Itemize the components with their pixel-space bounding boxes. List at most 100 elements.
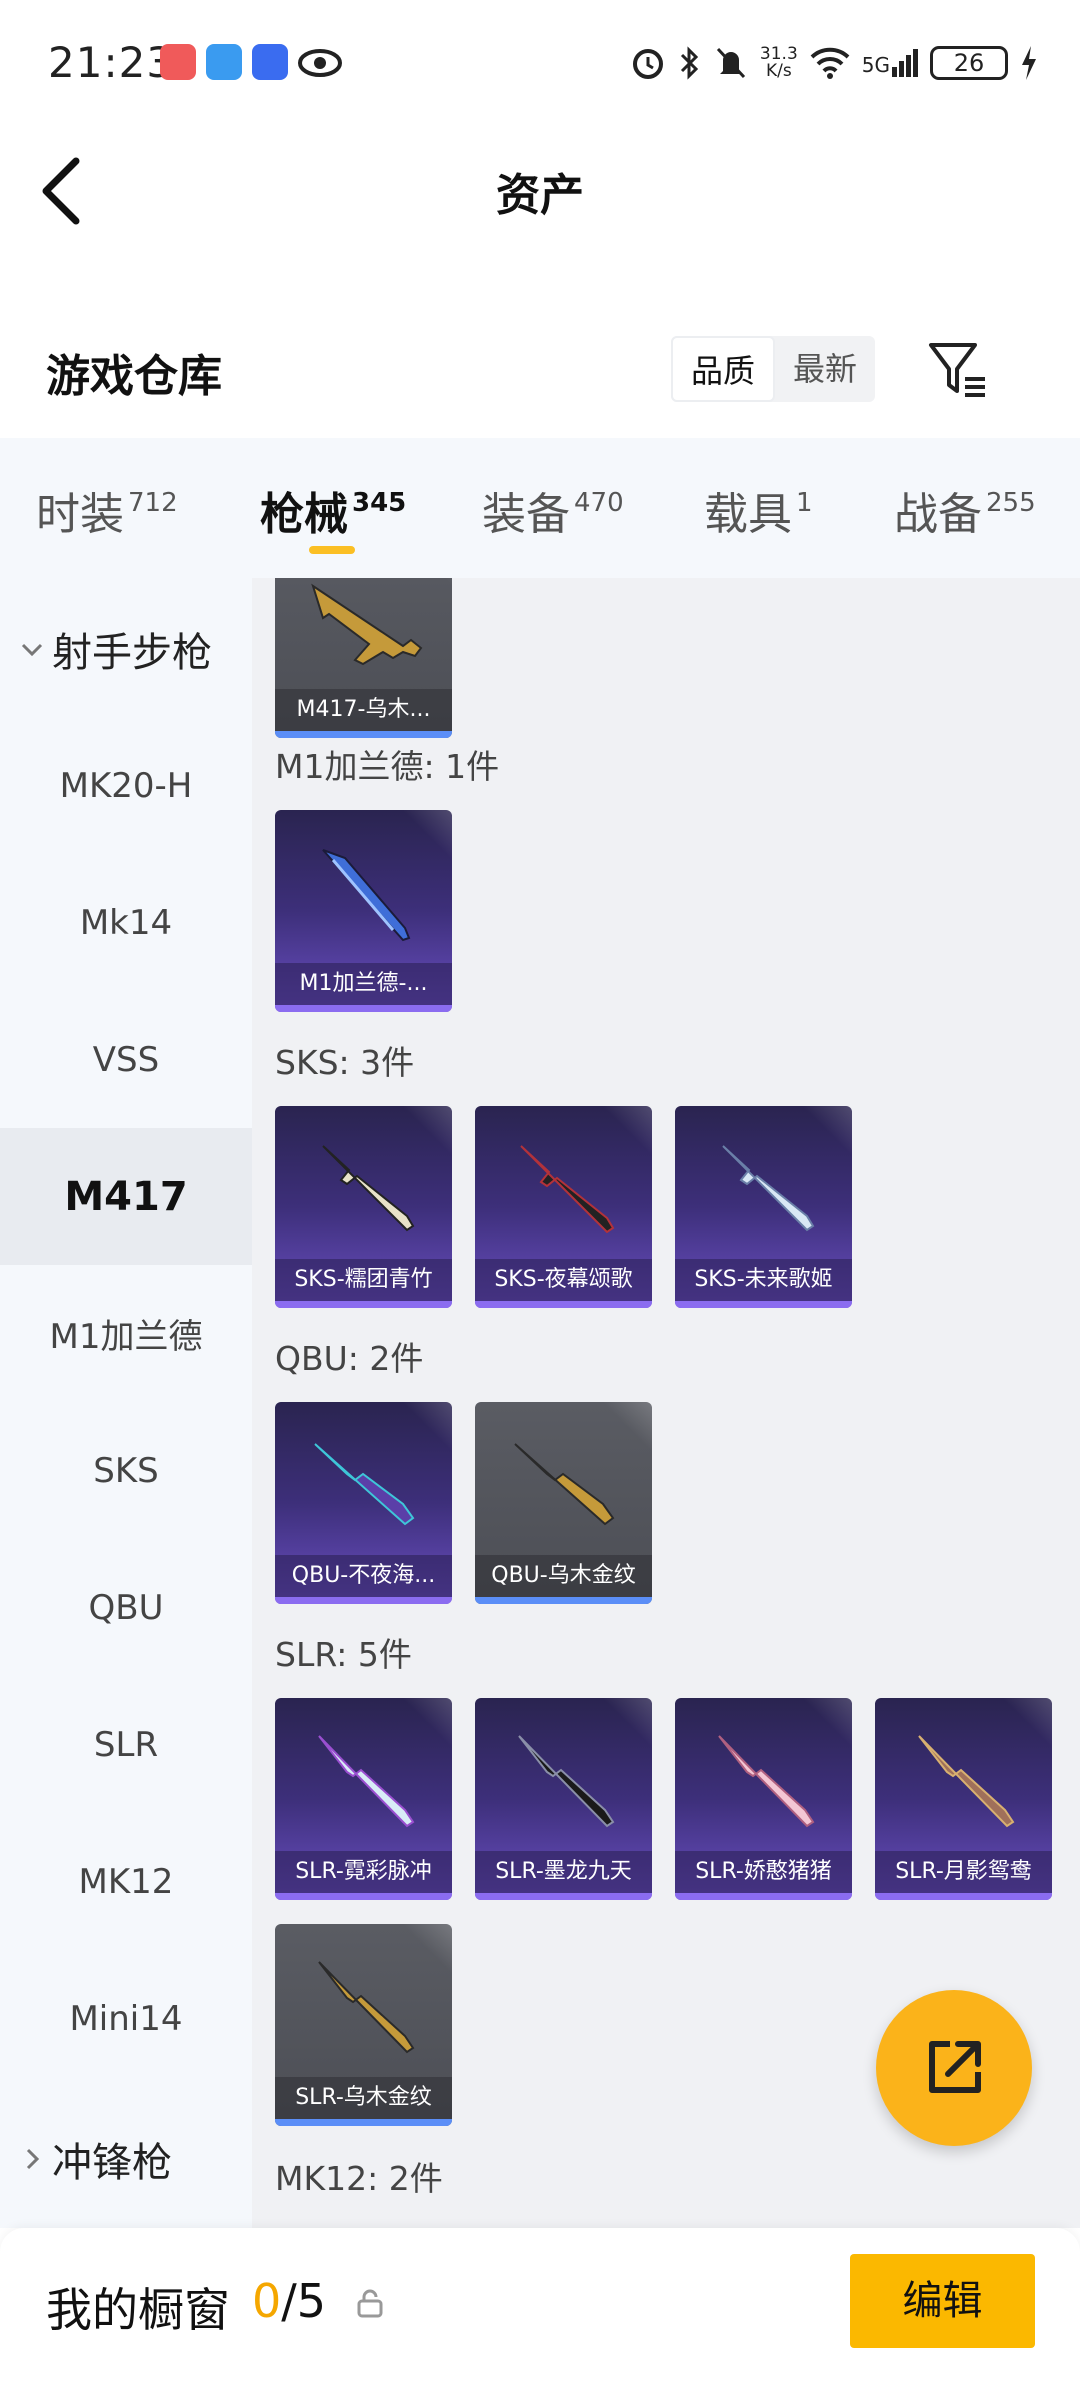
quality-bar: [275, 1893, 452, 1900]
skin-card[interactable]: SLR-霓彩脉冲: [275, 1698, 452, 1900]
app-notification-icon-red: [160, 44, 196, 80]
warehouse-title: 游戏仓库: [46, 351, 222, 402]
sidebar-item-mk14[interactable]: Mk14: [0, 854, 252, 991]
status-time: 21:23: [48, 38, 175, 87]
bluetooth-icon: [680, 46, 699, 80]
app-notification-icon-game: [252, 44, 288, 80]
tab-fashion-count: 712: [128, 488, 178, 518]
rifle-skin-image: [318, 1735, 415, 1828]
sort-toggle: 品质 最新: [671, 336, 875, 402]
network-type: 5G: [861, 53, 890, 77]
skin-name: QBU-乌木金纹: [475, 1555, 652, 1597]
active-tab-indicator: [309, 546, 355, 554]
quality-bar: [275, 1597, 452, 1604]
skin-card[interactable]: QBU-乌木金纹: [475, 1402, 652, 1604]
tab-guns-count: 345: [352, 488, 407, 518]
tab-equipment-count: 470: [574, 488, 624, 518]
top-header: 资产: [0, 125, 1080, 255]
group-label-m1-garand: M1加兰德: 1件: [275, 747, 500, 786]
sidebar-item-m417[interactable]: M417: [0, 1128, 252, 1265]
my-showcase-label: 我的橱窗: [46, 2283, 230, 2337]
sidebar-item-sks[interactable]: SKS: [0, 1402, 252, 1539]
rifle-skin-image: [518, 1735, 615, 1828]
rifle-skin-image: [314, 1443, 415, 1526]
sort-newest-button[interactable]: 最新: [775, 336, 875, 402]
tab-battle-gear-label: 战备: [894, 489, 982, 540]
share-fab-button[interactable]: [876, 1990, 1032, 2146]
skin-name: M417-乌木...: [275, 689, 452, 731]
weapon-sidebar: 射手步枪 MK20-H Mk14 VSS M417 M1加兰德 SKS QBU …: [0, 578, 252, 2228]
chevron-down-icon: [21, 643, 43, 657]
battery-indicator: 26: [930, 46, 1008, 80]
skin-card[interactable]: SKS-糯团青竹: [275, 1106, 452, 1308]
rifle-skin-image: [918, 1735, 1015, 1828]
tab-fashion[interactable]: 时装 712: [36, 478, 178, 542]
filter-icon[interactable]: [925, 335, 991, 401]
skin-name: SLR-乌木金纹: [275, 2077, 452, 2119]
sidebar-group-label: 冲锋枪: [52, 2140, 172, 2186]
page-title: 资产: [496, 170, 584, 221]
alarm-icon: [632, 49, 663, 79]
quality-bar: [475, 1597, 652, 1604]
tab-vehicles[interactable]: 载具 1: [704, 478, 813, 542]
tab-equipment-label: 装备: [482, 489, 570, 540]
group-label-mk12: MK12: 2件: [275, 2159, 443, 2198]
sort-quality-button[interactable]: 品质: [671, 336, 775, 402]
tab-equipment[interactable]: 装备 470: [482, 478, 624, 542]
rifle-skin-image: [322, 1145, 415, 1232]
sidebar-item-mk12[interactable]: MK12: [0, 1813, 252, 1950]
chevron-right-icon: [26, 2148, 40, 2170]
skin-name: QBU-不夜海...: [275, 1555, 452, 1597]
rifle-skin-image: [722, 1145, 815, 1232]
sidebar-item-vss[interactable]: VSS: [0, 991, 252, 1128]
skin-name: SLR-墨龙九天: [475, 1851, 652, 1893]
tab-guns[interactable]: 枪械 345: [260, 478, 406, 542]
rifle-skin-image: [514, 1443, 615, 1526]
skin-name: SKS-夜幕颂歌: [475, 1259, 652, 1301]
group-label-slr: SLR: 5件: [275, 1635, 412, 1674]
skin-card[interactable]: SKS-未来歌姬: [675, 1106, 852, 1308]
lock-icon: [357, 2289, 383, 2318]
tab-vehicles-count: 1: [796, 488, 813, 518]
quality-bar: [275, 1301, 452, 1308]
skin-list: M417-乌木... M1加兰德: 1件 M1加兰德-... SKS: 3件 S…: [252, 578, 1080, 2228]
group-label-qbu: QBU: 2件: [275, 1339, 424, 1378]
skin-card[interactable]: SLR-墨龙九天: [475, 1698, 652, 1900]
status-icons: 31.3 K/s 5G 26: [630, 38, 1038, 88]
skin-card[interactable]: QBU-不夜海...: [275, 1402, 452, 1604]
quality-bar: [275, 2119, 452, 2126]
skin-card[interactable]: SKS-夜幕颂歌: [475, 1106, 652, 1308]
skin-name: M1加兰德-...: [275, 963, 452, 1005]
showcase-bottom-bar: 我的橱窗 0/5 编辑: [0, 2228, 1080, 2382]
sidebar-group-smg[interactable]: 冲锋枪: [20, 2130, 172, 2188]
app-root: 21:23 31.3 K/s 5G 26 资产 游戏仓库 品质 最新 时装 71…: [0, 0, 1080, 2382]
rifle-skin-image: [318, 1961, 415, 2054]
sidebar-item-mk20h[interactable]: MK20-H: [0, 717, 252, 854]
tab-battle-gear-count: 255: [986, 488, 1036, 518]
skin-name: SKS-糯团青竹: [275, 1259, 452, 1301]
sidebar-item-mini14[interactable]: Mini14: [0, 1950, 252, 2087]
sidebar-group-label: 射手步枪: [52, 630, 212, 676]
sidebar-item-slr[interactable]: SLR: [0, 1676, 252, 1813]
skin-card[interactable]: M417-乌木...: [275, 578, 452, 738]
quality-bar: [875, 1893, 1052, 1900]
sidebar-item-m1-garand[interactable]: M1加兰德: [0, 1265, 252, 1402]
skin-name: SKS-未来歌姬: [675, 1259, 852, 1301]
rifle-skin-image: [718, 1735, 815, 1828]
sidebar-group-marksman[interactable]: 射手步枪: [20, 620, 212, 678]
edit-button[interactable]: 编辑: [850, 2254, 1035, 2348]
app-notification-icon-blue: [206, 44, 242, 80]
showcase-count-total: /5: [281, 2274, 327, 2328]
sidebar-item-qbu[interactable]: QBU: [0, 1539, 252, 1676]
skin-card[interactable]: SLR-乌木金纹: [275, 1924, 452, 2126]
eye-icon: [298, 49, 342, 77]
tab-battle-gear[interactable]: 战备 255: [894, 478, 1036, 542]
tab-vehicles-label: 载具: [704, 489, 792, 540]
skin-name: SLR-月影鸳鸯: [875, 1851, 1052, 1893]
skin-card[interactable]: SLR-月影鸳鸯: [875, 1698, 1052, 1900]
charging-icon: [1022, 46, 1036, 80]
skin-card[interactable]: SLR-娇憨猪猪: [675, 1698, 852, 1900]
quality-bar: [475, 1301, 652, 1308]
rifle-skin-image: [520, 1145, 615, 1234]
skin-card[interactable]: M1加兰德-...: [275, 810, 452, 1012]
